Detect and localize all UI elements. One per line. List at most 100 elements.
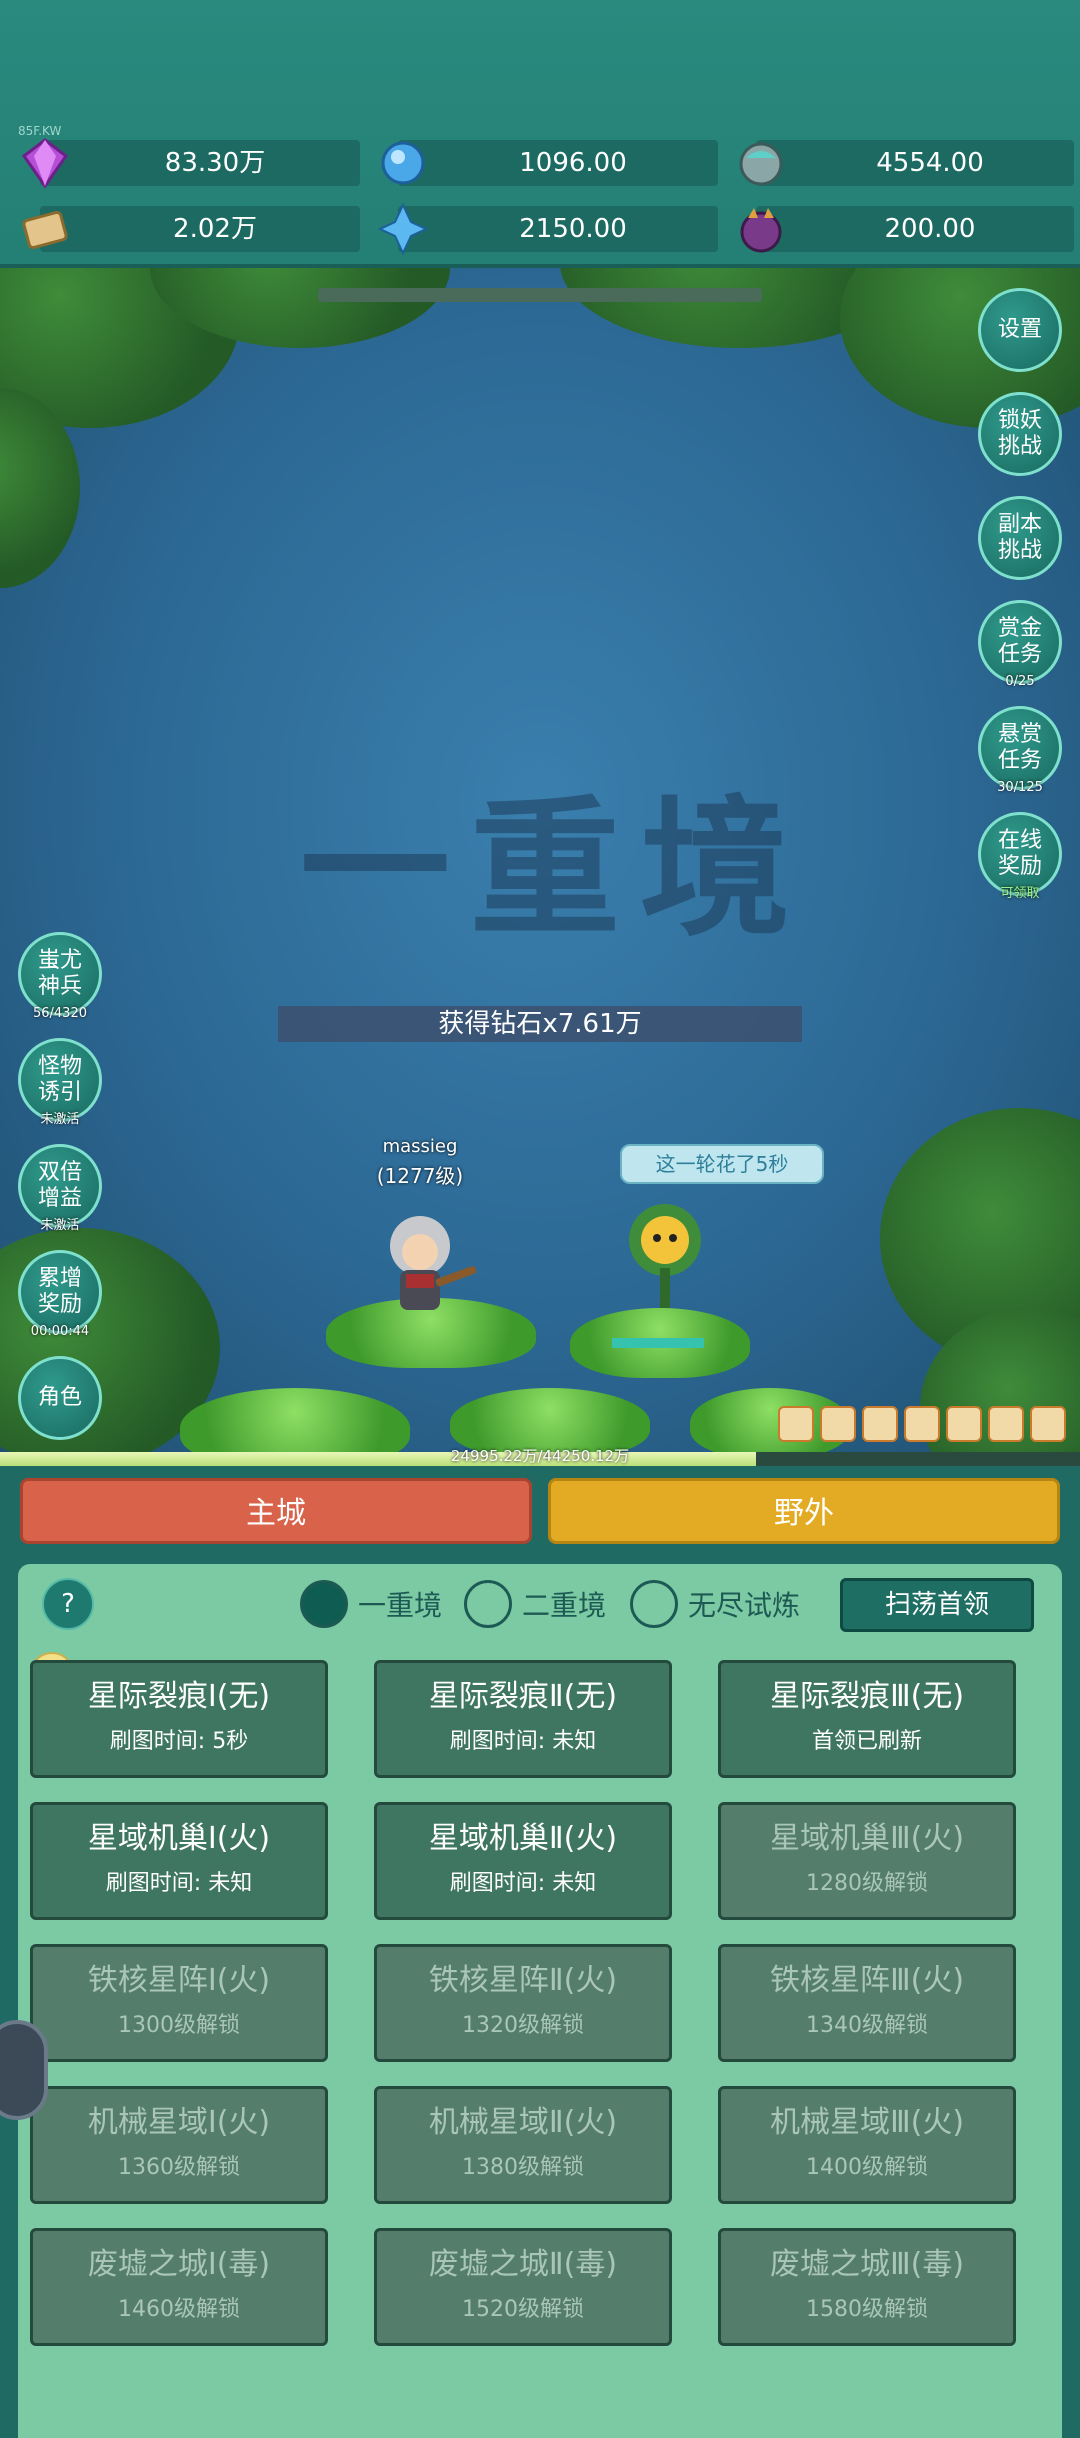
stage-name: 废墟之城Ⅲ(毒) (769, 2247, 965, 2282)
experience-text: 24995.22万/44250.12万 (450, 1447, 630, 1465)
stage-card[interactable]: 星际裂痕Ⅱ(无) 刷图时间: 未知 (374, 1660, 672, 1778)
stage-info: 1400级解锁 (806, 2155, 928, 2180)
stage-card[interactable]: 铁核星阵Ⅱ(火) 1320级解锁 (374, 1944, 672, 2062)
stage-name: 星域机巢Ⅱ(火) (428, 1821, 618, 1856)
battle-scene: 一重境 获得钻石x7.61万 设置 锁妖 挑战 副本 挑战 赏金 任务 0/25 … (0, 268, 1080, 1458)
player-name: massieg (382, 1136, 458, 1157)
realm-title: 一重境 (300, 781, 811, 957)
stage-name: 废墟之城Ⅱ(毒) (428, 2247, 618, 2282)
stage-card[interactable]: 机械星域Ⅱ(火) 1380级解锁 (374, 2086, 672, 2204)
enemy-hp-bar (612, 1338, 704, 1348)
lock-demon-challenge-button[interactable]: 锁妖 挑战 (978, 392, 1062, 476)
radio-dot (300, 1580, 348, 1628)
stage-name: 铁核星阵Ⅱ(火) (428, 1963, 618, 1998)
stage-card[interactable]: 星域机巢Ⅱ(火) 刷图时间: 未知 (374, 1802, 672, 1920)
resource-stone: 4554.00 (739, 140, 1074, 186)
resource-crystal: 1096.00 (381, 140, 718, 186)
tab-endless-trial[interactable]: 无尽试炼 (630, 1580, 800, 1628)
stage-info: 刷图时间: 未知 (449, 1871, 597, 1896)
stage-info: 1580级解锁 (806, 2297, 928, 2322)
stage-card[interactable]: 星域机巢Ⅰ(火) 刷图时间: 未知 (30, 1802, 328, 1920)
player-level: (1277级) (376, 1164, 464, 1188)
stage-name: 铁核星阵Ⅰ(火) (87, 1963, 271, 1998)
stage-card[interactable]: 星域机巢Ⅲ(火) 1280级解锁 (718, 1802, 1016, 1920)
sunflower-monster-icon (629, 1204, 701, 1308)
tab-realm-1[interactable]: 一重境 (300, 1580, 442, 1628)
buff-icon[interactable] (1030, 1406, 1066, 1442)
radio-dot (630, 1580, 678, 1628)
stage-name: 机械星域Ⅱ(火) (428, 2105, 618, 2140)
dungeon-challenge-button[interactable]: 副本 挑战 (978, 496, 1062, 580)
buff-icon[interactable] (820, 1406, 856, 1442)
stage-progress-bar (318, 288, 762, 302)
stage-card[interactable]: 机械星域Ⅲ(火) 1400级解锁 (718, 2086, 1016, 2204)
help-button[interactable]: ? (42, 1578, 94, 1630)
buff-icon[interactable] (946, 1406, 982, 1442)
radio-dot (464, 1580, 512, 1628)
demon-orb-icon (740, 208, 782, 253)
stage-name: 铁核星阵Ⅲ(火) (769, 1963, 965, 1998)
stage-info: 1320级解锁 (462, 2013, 584, 2038)
resource-gems: 83.30万 (21, 138, 360, 189)
accumulated-reward-button[interactable]: 累增 奖励 00:00:44 (18, 1250, 102, 1339)
resource-scroll: 2.02万 (22, 206, 360, 252)
monster-lure-button[interactable]: 怪物 诱引 未激活 (18, 1038, 102, 1127)
resource-shard: 2150.00 (377, 202, 718, 256)
stage-name: 机械星域Ⅲ(火) (769, 2105, 965, 2140)
stage-name: 星域机巢Ⅲ(火) (769, 1821, 965, 1856)
scroll-icon (22, 210, 68, 250)
stage-name: 星际裂痕Ⅲ(无) (769, 1679, 965, 1714)
stage-card[interactable]: 废墟之城Ⅱ(毒) 1520级解锁 (374, 2228, 672, 2346)
bounty-task-button[interactable]: 赏金 任务 0/25 (978, 600, 1062, 689)
stage-info: 1300级解锁 (118, 2013, 240, 2038)
chiyou-weapon-button[interactable]: 蚩尤 神兵 56/4320 (18, 932, 102, 1021)
stage-info: 1280级解锁 (806, 1871, 928, 1896)
stage-card[interactable]: 铁核星阵Ⅰ(火) 1300级解锁 (30, 1944, 328, 2062)
reward-banner: 获得钻石x7.61万 (278, 1006, 802, 1042)
double-buff-button[interactable]: 双倍 增益 未激活 (18, 1144, 102, 1233)
reward-task-button[interactable]: 悬赏 任务 30/125 (978, 706, 1062, 795)
stage-card[interactable]: 铁核星阵Ⅲ(火) 1340级解锁 (718, 1944, 1016, 2062)
blue-shard-icon (377, 202, 429, 256)
stage-card[interactable]: 机械星域Ⅰ(火) 1360级解锁 (30, 2086, 328, 2204)
stage-info: 1360级解锁 (118, 2155, 240, 2180)
stage-info: 刷图时间: 未知 (105, 1871, 253, 1896)
stage-name: 机械星域Ⅰ(火) (87, 2105, 271, 2140)
resource-bar: 85F.KW 83.30万 1096.00 4554.00 2.02万 2150… (0, 0, 1080, 268)
tab-realm-2[interactable]: 二重境 (464, 1580, 606, 1628)
stage-name: 星际裂痕Ⅱ(无) (428, 1679, 618, 1714)
stage-info: 刷图时间: 5秒 (109, 1729, 249, 1754)
resource-demon: 200.00 (740, 206, 1074, 253)
floating-avatar[interactable] (0, 2020, 48, 2120)
buff-icon[interactable] (778, 1406, 814, 1442)
buff-icon[interactable] (904, 1406, 940, 1442)
character-button[interactable]: 角色 (18, 1356, 102, 1440)
buff-icon[interactable] (862, 1406, 898, 1442)
online-reward-button[interactable]: 在线 奖励 可领取 (978, 812, 1062, 901)
stage-card[interactable]: 废墟之城Ⅲ(毒) 1580级解锁 (718, 2228, 1016, 2346)
settings-button[interactable]: 设置 (978, 288, 1062, 372)
round-timer-bubble: 这一轮花了5秒 (620, 1144, 824, 1184)
stage-card[interactable]: 星际裂痕Ⅰ(无) 刷图时间: 5秒 (30, 1660, 328, 1778)
stone-orb-icon (739, 142, 783, 186)
stage-info: 刷图时间: 未知 (449, 1729, 597, 1754)
blue-crystal-icon (381, 141, 425, 185)
stage-card[interactable]: 废墟之城Ⅰ(毒) 1460级解锁 (30, 2228, 328, 2346)
sweep-boss-button[interactable]: 扫荡首领 (840, 1578, 1034, 1632)
purple-gem-icon (21, 138, 69, 189)
stage-name: 星域机巢Ⅰ(火) (87, 1821, 271, 1856)
stage-card[interactable]: 星际裂痕Ⅲ(无) 首领已刷新 (718, 1660, 1016, 1778)
buff-icon[interactable] (988, 1406, 1024, 1442)
player-character-icon (390, 1216, 477, 1310)
buff-icon-row (778, 1406, 1066, 1442)
stage-panel: ? 一重境 二重境 无尽试炼 扫荡首领 经验 星际裂痕Ⅰ(无)刷图时间: 5秒星… (18, 1564, 1062, 2438)
stage-info: 1380级解锁 (462, 2155, 584, 2180)
stage-info: 1460级解锁 (118, 2297, 240, 2322)
stage-name: 星际裂痕Ⅰ(无) (87, 1679, 271, 1714)
stage-info: 1520级解锁 (462, 2297, 584, 2322)
stage-info: 首领已刷新 (811, 1729, 922, 1754)
stage-info: 1340级解锁 (806, 2013, 928, 2038)
main-city-button[interactable]: 主城 (20, 1478, 532, 1544)
wild-button[interactable]: 野外 (548, 1478, 1060, 1544)
stage-name: 废墟之城Ⅰ(毒) (87, 2247, 271, 2282)
